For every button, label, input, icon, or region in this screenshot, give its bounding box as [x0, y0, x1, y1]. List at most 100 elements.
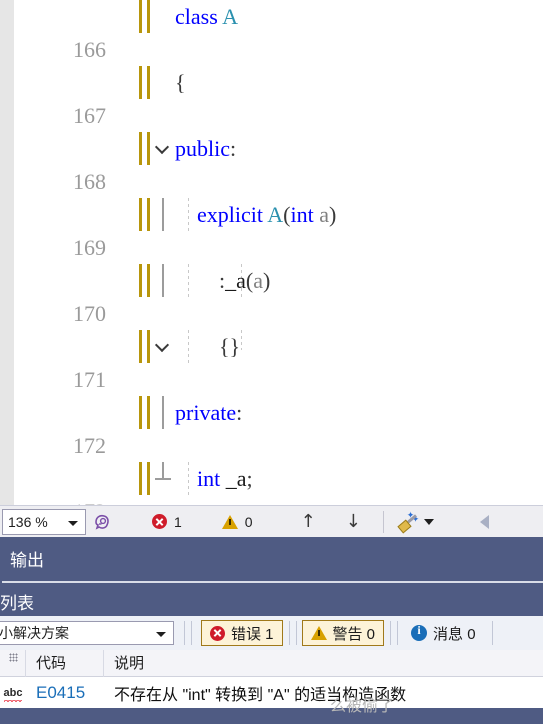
- warnings-filter-toggle[interactable]: 警告 0: [301, 620, 385, 646]
- status-separator: [382, 510, 384, 533]
- zoom-level-dropdown[interactable]: 136 %: [2, 508, 86, 535]
- change-bar: [139, 66, 142, 99]
- change-bar: [147, 264, 150, 297]
- scope-filter-dropdown[interactable]: 小解决方案: [0, 621, 174, 645]
- code-text: explicit A(int a): [197, 202, 337, 227]
- info-icon: [411, 623, 428, 641]
- arrow-up-icon[interactable]: ↑: [301, 511, 316, 532]
- toolbar-separator: [184, 621, 185, 645]
- code-cleanup-button[interactable]: ✦ ✦: [397, 506, 434, 538]
- code-line-167[interactable]: 167 {: [0, 66, 543, 231]
- column-header-description[interactable]: 说明: [104, 650, 543, 677]
- code-text: public:: [175, 136, 237, 161]
- errors-filter-label: 错误 1: [231, 625, 274, 643]
- code-line-172[interactable]: 172 private:: [0, 396, 543, 458]
- error-description: 不存在从 "int" 转换到 "A" 的适当构造函数: [114, 686, 407, 704]
- error-icon: [210, 625, 225, 641]
- previous-issue-button[interactable]: ↑: [301, 506, 316, 538]
- arrow-down-icon[interactable]: ↓: [346, 511, 361, 532]
- zoom-level-value: 136 %: [8, 513, 48, 530]
- error-list-header: 代码 说明: [0, 649, 543, 677]
- error-count: 1: [174, 513, 182, 530]
- change-bar: [147, 66, 150, 99]
- code-line-170[interactable]: 170 :_a(a): [0, 264, 543, 429]
- code-text: :_a(a): [219, 268, 271, 293]
- code-lines: 166 class A 167 { 168 public: 169 explic…: [0, 0, 543, 505]
- chevron-down-icon[interactable]: [68, 520, 78, 526]
- collapse-panel-button[interactable]: [479, 506, 489, 538]
- change-bar: [139, 264, 142, 297]
- toolbar-separator: [397, 621, 399, 645]
- error-list-pane[interactable]: 列表 小解决方案 错误 1 警告 0 消息 0: [0, 583, 543, 724]
- messages-filter-toggle[interactable]: 消息 0: [403, 620, 484, 646]
- visual-studio-window: 166 class A 167 { 168 public: 169 explic…: [0, 0, 543, 724]
- toolbar-separator: [390, 621, 392, 645]
- messages-filter-label: 消息 0: [433, 625, 476, 643]
- code-line-166[interactable]: 166 class A: [0, 0, 543, 62]
- abc-spellcheck-icon: abc: [0, 687, 26, 702]
- code-editor[interactable]: 166 class A 167 { 168 public: 169 explic…: [0, 0, 543, 505]
- output-pane-title: 输出: [10, 551, 44, 570]
- indent-guide: [241, 330, 242, 350]
- change-bar: [139, 330, 142, 363]
- code-line-168[interactable]: 168 public:: [0, 132, 543, 297]
- next-issue-button[interactable]: ↓: [346, 506, 361, 538]
- output-pane[interactable]: 输出: [0, 537, 543, 583]
- error-list-toolbar[interactable]: 小解决方案 错误 1 警告 0 消息 0: [0, 616, 543, 650]
- toolbar-separator: [191, 621, 192, 645]
- column-header-grip[interactable]: [0, 649, 26, 677]
- warning-icon: [221, 514, 238, 529]
- scope-filter-value: 小解决方案: [0, 625, 69, 641]
- table-row[interactable]: abc E0415 不存在从 "int" 转换到 "A" 的适当构造函数: [0, 677, 543, 708]
- change-bar: [147, 462, 150, 495]
- warning-count-indicator[interactable]: 0: [221, 506, 253, 538]
- code-text: {}: [219, 334, 241, 359]
- toolbar-separator: [288, 621, 290, 645]
- change-bar: [139, 132, 142, 165]
- error-list-title: 列表: [0, 594, 34, 613]
- chevron-left-icon[interactable]: [479, 514, 489, 529]
- change-bar: [147, 132, 150, 165]
- error-icon: [152, 514, 167, 529]
- column-chooser-icon[interactable]: [9, 652, 18, 662]
- warning-count: 0: [244, 513, 253, 530]
- broom-icon: ✦ ✦: [397, 511, 419, 533]
- errors-filter-toggle[interactable]: 错误 1: [201, 620, 283, 646]
- chevron-down-icon[interactable]: [156, 632, 166, 637]
- change-bar: [147, 330, 150, 363]
- code-text: class A: [175, 4, 238, 29]
- change-bar: [147, 396, 150, 429]
- column-header-code[interactable]: 代码: [26, 649, 104, 677]
- warning-icon: [310, 626, 327, 640]
- change-bar: [147, 198, 150, 231]
- code-text: {: [175, 70, 186, 95]
- change-bar: [139, 462, 142, 495]
- intellisense-head-icon: [95, 514, 109, 530]
- warnings-filter-label: 警告 0: [332, 625, 376, 643]
- editor-status-bar[interactable]: 136 % 1 0 ↑ ↓ ✦ ✦: [0, 505, 543, 537]
- toolbar-separator: [491, 621, 493, 645]
- code-text: int _a;: [197, 466, 253, 491]
- error-code[interactable]: E0415: [26, 683, 104, 703]
- line-number: 172: [73, 433, 106, 458]
- line-number: 167: [73, 103, 106, 128]
- change-bar: [147, 0, 150, 33]
- toolbar-separator: [295, 621, 297, 645]
- line-number: 169: [73, 235, 106, 260]
- code-line-171[interactable]: 171 {}: [0, 330, 543, 480]
- change-bar: [139, 198, 142, 231]
- error-count-indicator[interactable]: 1: [152, 506, 182, 538]
- code-text: private:: [175, 400, 243, 425]
- change-bar: [139, 396, 142, 429]
- squiggle-underline: [4, 697, 22, 702]
- code-line-169[interactable]: 169 explicit A(int a): [0, 198, 543, 260]
- chevron-down-icon[interactable]: [423, 518, 434, 525]
- line-number: 166: [73, 37, 106, 62]
- line-number: 168: [73, 169, 106, 194]
- intellisense-button[interactable]: [92, 506, 112, 538]
- line-number: 171: [73, 367, 106, 392]
- line-number: 173: [14, 495, 106, 505]
- change-bar: [139, 0, 142, 33]
- code-line-173[interactable]: 173 int _a;: [0, 462, 543, 505]
- line-number: 170: [73, 301, 106, 326]
